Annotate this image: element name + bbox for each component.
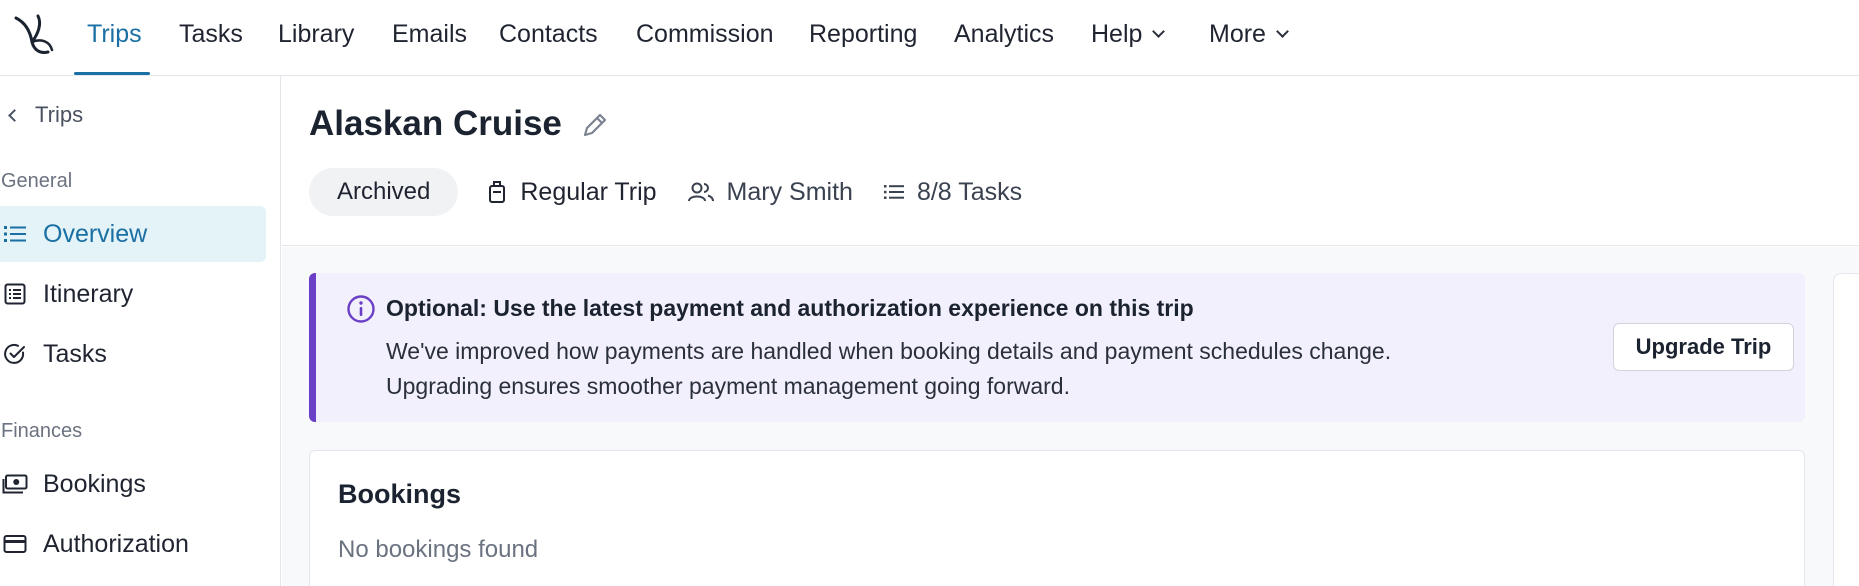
pencil-icon[interactable] xyxy=(580,110,610,140)
sidebar-item-bookings[interactable]: Bookings xyxy=(0,456,266,512)
nav-tasks[interactable]: Tasks xyxy=(179,0,243,76)
luggage-icon xyxy=(486,180,508,204)
bookings-title: Bookings xyxy=(338,479,462,509)
sidebar-item-tasks[interactable]: Tasks xyxy=(0,326,266,382)
list-icon xyxy=(2,221,28,247)
advisor-name: Mary Smith xyxy=(726,177,853,206)
page-title: Alaskan Cruise xyxy=(309,104,562,143)
sidebar-item-label: Tasks xyxy=(43,339,107,368)
back-link-label: Trips xyxy=(35,102,84,127)
money-icon xyxy=(2,471,28,497)
sidebar-item-overview[interactable]: Overview xyxy=(0,206,266,262)
nav-emails[interactable]: Emails xyxy=(392,0,467,76)
chevron-left-icon xyxy=(8,108,21,122)
trip-type: Regular Trip xyxy=(486,177,657,207)
status-badge: Archived xyxy=(309,168,459,216)
check-circle-icon xyxy=(2,341,28,367)
nav-active-indicator xyxy=(74,72,150,75)
tasks-count-label: 8/8 Tasks xyxy=(916,177,1023,206)
upgrade-banner: Optional: Use the latest payment and aut… xyxy=(309,273,1805,422)
list-icon xyxy=(883,180,905,204)
nav-help-label: Help xyxy=(1091,20,1143,48)
upgrade-trip-button[interactable]: Upgrade Trip xyxy=(1613,323,1794,371)
info-icon xyxy=(347,295,375,323)
nav-more-label: More xyxy=(1209,20,1266,48)
banner-line-1: We've improved how payments are handled … xyxy=(386,338,1392,364)
bookings-card: Bookings No bookings found xyxy=(309,450,1805,586)
nav-help[interactable]: Help xyxy=(1091,0,1166,76)
nav-more[interactable]: More xyxy=(1209,0,1289,76)
users-icon xyxy=(687,180,715,204)
chevron-down-icon xyxy=(1152,25,1166,38)
sidebar-item-label: Overview xyxy=(43,219,148,248)
banner-line-2: Upgrading ensures smoother payment manag… xyxy=(386,373,1070,399)
top-navigation: Trips Tasks Library Emails Contacts Comm… xyxy=(0,0,1859,76)
nav-contacts[interactable]: Contacts xyxy=(499,0,598,76)
nav-analytics[interactable]: Analytics xyxy=(954,0,1054,76)
sidebar: Trips General Overview Itinerary Tasks F… xyxy=(0,76,281,586)
sidebar-item-label: Bookings xyxy=(43,469,146,498)
trip-tasks-count[interactable]: 8/8 Tasks xyxy=(883,178,1022,207)
nav-reporting[interactable]: Reporting xyxy=(809,0,917,76)
sidebar-item-itinerary[interactable]: Itinerary xyxy=(0,266,266,322)
nav-library[interactable]: Library xyxy=(278,0,354,76)
side-panel-card xyxy=(1833,273,1859,586)
itinerary-icon xyxy=(2,281,28,307)
section-label-general: General xyxy=(1,170,73,192)
sidebar-item-label: Itinerary xyxy=(43,279,134,308)
nav-commission[interactable]: Commission xyxy=(636,0,774,76)
sidebar-item-authorization[interactable]: Authorization xyxy=(0,516,266,572)
banner-title: Optional: Use the latest payment and aut… xyxy=(386,295,1194,321)
sidebar-item-label: Authorization xyxy=(43,529,189,558)
trip-meta-row: Archived Regular Trip Mary Smith 8/8 Tas… xyxy=(309,168,1052,216)
chevron-down-icon xyxy=(1276,25,1289,38)
logo-icon[interactable] xyxy=(12,12,54,56)
trip-type-label: Regular Trip xyxy=(520,177,657,206)
bookings-empty-state: No bookings found xyxy=(338,536,539,563)
trip-header: Alaskan Cruise Archived Regular Trip Mar… xyxy=(282,76,1859,246)
trip-advisor[interactable]: Mary Smith xyxy=(687,178,853,207)
banner-description: We've improved how payments are handled … xyxy=(386,334,1546,404)
section-label-finances: Finances xyxy=(1,420,83,442)
nav-trips[interactable]: Trips xyxy=(87,0,142,76)
credit-card-icon xyxy=(2,531,28,557)
back-to-trips-link[interactable]: Trips xyxy=(8,102,84,128)
